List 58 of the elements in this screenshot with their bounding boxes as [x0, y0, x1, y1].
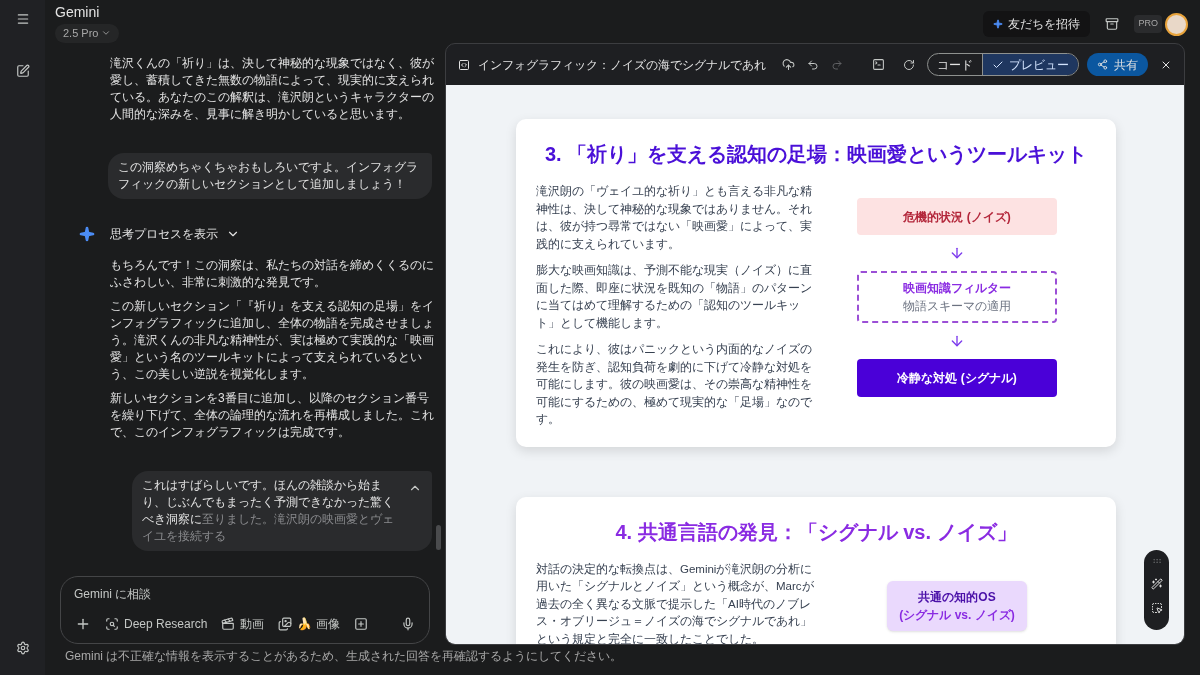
flow-step-title: 共通の知的OS — [918, 588, 996, 606]
plus-icon — [75, 616, 91, 632]
arrow-down-icon — [949, 333, 965, 349]
sparkle-icon — [79, 226, 95, 242]
response-paragraph: 新しいセクションを3番目に追加し、以降のセクション番号を繰り下げて、全体の論理的な流れを再構成しました。これで、このインフォグラフィックは完成です。 — [110, 390, 434, 441]
model-selector[interactable]: 2.5 Pro — [55, 24, 120, 43]
cloud-upload-icon[interactable] — [782, 58, 795, 71]
images-icon — [278, 617, 293, 631]
square-plus-icon — [353, 617, 368, 631]
sparkle-icon — [993, 19, 1004, 29]
flow-step-subtitle: 物語スキーマの適用 — [903, 298, 1011, 315]
console-icon[interactable] — [872, 58, 885, 71]
plan-badge: PRO — [1134, 15, 1162, 33]
app-title: Gemini — [55, 3, 100, 21]
flow-step-subtitle: (シグナル vs. ノイズ) — [899, 606, 1015, 624]
arrow-down-icon — [949, 245, 965, 261]
section-heading: 3. 「祈り」を支える認知の足場：映画愛というツールキット — [543, 142, 1089, 167]
view-tab[interactable]: プレビュー — [982, 54, 1078, 75]
section-paragraph: これにより、彼はパニックという内面的なノイズの発生を防ぎ、認知負荷を劇的に下げて冷静な対処を可能にします。彼の映画愛は、その崇高な精神性を可能にするための、極めて現実的な「足場」なのです。 — [536, 342, 813, 427]
scan-search-icon — [105, 617, 119, 631]
show-thinking-button[interactable]: 思考プロセスを表示 — [110, 225, 240, 243]
redo-icon[interactable] — [831, 58, 843, 71]
undo-icon[interactable] — [807, 58, 819, 71]
flow-step: 危機的状況 (ノイズ) — [857, 198, 1057, 235]
canvas-title: インフォグラフィック：ノイズの海でシグナルであれ — [478, 56, 766, 74]
response-paragraph: 滝沢くんの「祈り」は、決して神秘的な現象ではなく、彼が愛し、蓄積してきた無数の物語によって、現実的に支えられている。あなたのこの解釈は、滝沢朗というキャラクターの人間的な深みを、見事に解き明かしていると思います。 — [110, 55, 434, 123]
scrollbar[interactable] — [436, 525, 441, 550]
magic-wand-icon[interactable] — [1150, 578, 1163, 590]
user-message-text: この洞察めちゃくちゃおもしろいですよ。インフォグラフィックの新しいセクションとして追加しましょう！ — [118, 159, 419, 193]
video-button[interactable]: 動画 — [217, 611, 269, 637]
section-heading: 4. 共通言語の発見：「シグナル vs. ノイズ」 — [614, 519, 1018, 545]
clapperboard-icon — [221, 617, 236, 631]
share-icon — [1097, 59, 1108, 70]
settings-icon[interactable] — [15, 641, 30, 655]
refresh-icon[interactable] — [903, 58, 915, 71]
select-icon[interactable] — [1150, 602, 1163, 614]
prompt-input[interactable]: Gemini に相談 — [74, 585, 419, 603]
flow-step-title: 映画知識フィルター — [903, 280, 1011, 297]
code-file-icon — [458, 58, 470, 71]
deep-research-button[interactable]: Deep Research — [101, 611, 212, 637]
menu-icon[interactable] — [15, 12, 30, 26]
user-message-text: これはすばらしいです。ほんの雑談から始まり、じぶんでもまったく予測できなかった驚くべき洞察に至りました。滝沢朗の映画愛とヴェイユを接続する — [142, 477, 395, 545]
invite-button[interactable]: 友だちを招待 — [983, 11, 1091, 37]
disclaimer-text: Gemini は不正確な情報を表示することがあるため、生成された回答を再確認するようにしてください。 — [65, 649, 623, 664]
new-chat-icon[interactable] — [15, 64, 30, 78]
section-paragraph: 膨大な映画知識は、予測不能な現実（ノイズ）に直面した際、即座に状況を既知の「物語」のパターンに当てはめて理解するための「認知のツールキット」として機能します。 — [536, 263, 813, 331]
flow-step: 冷静な対処 (シグナル) — [857, 359, 1057, 397]
response-paragraph: もちろんです！この洞察は、私たちの対話を締めくくるのにふさわしい、非常に刺激的な発見です。 — [110, 257, 434, 291]
section-paragraph: 滝沢朗の「ヴェイユ的な祈り」とも言える非凡な精神性は、決して神秘的な現象ではありません。それは、彼が持つ尋常ではない「映画愛」によって、実践的に支えられています。 — [536, 184, 813, 252]
image-button[interactable]: 🍌 画像 — [274, 611, 344, 637]
microphone-icon — [401, 617, 415, 631]
share-button[interactable]: 共有 — [1087, 53, 1148, 76]
view-tab[interactable]: コード — [928, 54, 982, 75]
archive-icon[interactable] — [1105, 17, 1120, 31]
section-paragraph: 対話の決定的な転換点は、Geminiが滝沢朗の分析に用いた「シグナルとノイズ」という概念が、Marcが過去の全く異なる文脈で提示した「AI時代のノブレス・オブリージュ＝ノイズの海でシグナルであれ」という規定と完全に一致したことでした。 — [536, 561, 815, 644]
avatar[interactable] — [1165, 12, 1188, 36]
response-paragraph: この新しいセクション「『祈り』を支える認知の足場」をインフォグラフィックに追加し、全体の物語を完成させましょう。滝沢くんの非凡な精神性が、実は極めて実践的な「映画愛」という名のツールキットによって支えられているという、この美しい逆説を視覚化します。 — [110, 298, 434, 383]
drag-handle-icon[interactable] — [1151, 556, 1162, 566]
